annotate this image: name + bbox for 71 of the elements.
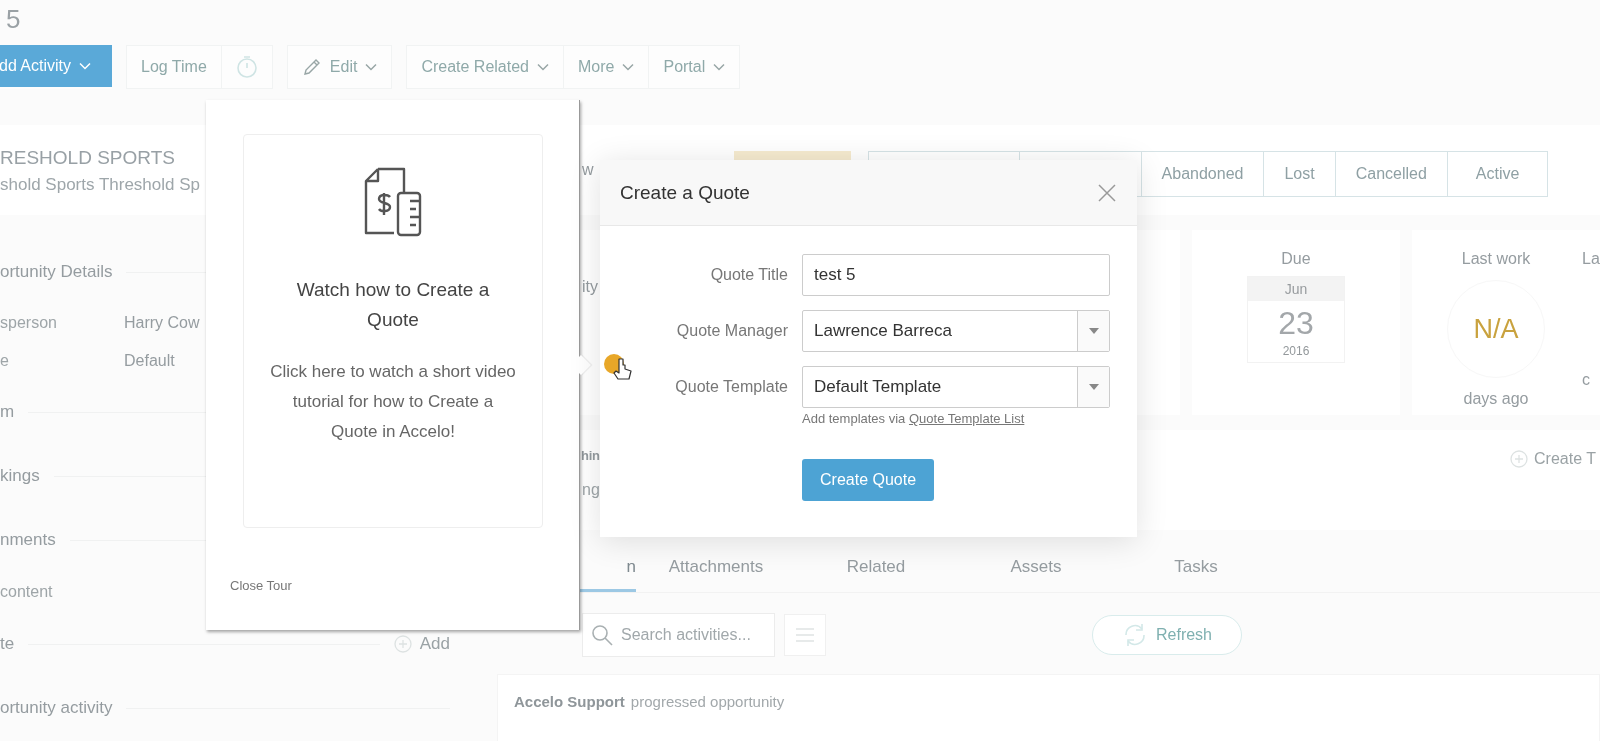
- stage-button[interactable]: Active: [1447, 152, 1548, 196]
- create-button[interactable]: Create T: [1510, 442, 1600, 468]
- section-title: hin: [581, 448, 600, 463]
- card-label: La: [1582, 250, 1600, 268]
- last-work-caption: days ago: [1463, 390, 1529, 408]
- dialog-title: Create a Quote: [620, 181, 751, 204]
- section-heading: ortunity activity: [0, 698, 113, 718]
- stage-button[interactable]: Lost: [1264, 152, 1336, 196]
- section-text: ng: [582, 481, 600, 499]
- field-label: Quote Manager: [675, 322, 788, 340]
- add-button[interactable]: Add: [393, 634, 450, 654]
- field-value: Default: [124, 352, 175, 370]
- field-label: Quote Title: [709, 266, 788, 284]
- section-heading: te: [0, 634, 15, 654]
- toolbar-button[interactable]: dd Activity: [0, 45, 112, 87]
- video-tutorial-card[interactable]: Watch how to Create a Quote Click here to watch a short video tutorial for how to Create a Quote in Accelo!: [243, 134, 543, 528]
- create-quote-button[interactable]: Create Quote: [802, 459, 935, 501]
- company-subtitle: shold Sports Threshold Sp: [0, 175, 201, 195]
- company-name: RESHOLD SPORTS: [0, 147, 175, 169]
- toolbar-button[interactable]: Edit: [287, 46, 392, 88]
- section-heading: nments: [0, 530, 56, 550]
- dropdown-triangle-icon: [1088, 328, 1099, 334]
- section-heading: m: [0, 402, 15, 422]
- activity-actor: Accelo Support: [514, 693, 625, 710]
- hint-text: Add templates via Quote Template List: [802, 411, 1026, 426]
- list-view-button[interactable]: [784, 614, 826, 656]
- tab[interactable]: Assets: [956, 544, 1116, 592]
- card-caption: c: [1582, 371, 1591, 389]
- text-field[interactable]: test 5: [802, 254, 1110, 296]
- tab[interactable]: Related: [796, 544, 956, 592]
- tour-title: Watch how to Create a Quote: [295, 278, 491, 332]
- plus-circle-icon: [1510, 450, 1529, 468]
- stage-text: w: [582, 161, 594, 179]
- record-title: 5: [5, 3, 21, 36]
- search-icon: [591, 624, 613, 646]
- due-label: Due: [1280, 250, 1312, 268]
- date-month: Jun: [1248, 277, 1344, 301]
- field-label: e: [0, 352, 10, 370]
- close-icon: [1097, 182, 1117, 203]
- date-year: 2016: [1281, 343, 1311, 360]
- date-day: 23: [1248, 301, 1344, 342]
- search-field[interactable]: Search activities...: [582, 613, 775, 657]
- plus-circle-icon: [393, 635, 412, 653]
- quote-document-icon: [362, 167, 424, 237]
- field-label: Quote Template: [674, 378, 788, 396]
- section-heading: kings: [0, 466, 40, 486]
- stopwatch-icon: [235, 55, 258, 79]
- field-label: sperson: [0, 314, 58, 332]
- tour-description: Click here to watch a short video tutorial for how to Create a Quote in Accelo!: [269, 361, 517, 443]
- tab[interactable]: Attachments: [636, 544, 796, 592]
- close-button[interactable]: [1097, 182, 1117, 203]
- refresh-button[interactable]: Refresh: [1092, 615, 1242, 655]
- select-field[interactable]: Lawrence Barreca: [802, 310, 1110, 352]
- close-tour-link[interactable]: Close Tour: [230, 578, 292, 593]
- section-text: content: [0, 583, 53, 601]
- pencil-icon: [301, 57, 322, 77]
- template-list-link[interactable]: Quote Template List: [908, 411, 1025, 426]
- list-icon: [796, 628, 814, 642]
- stage-button[interactable]: Abandoned: [1141, 152, 1265, 196]
- activity-text: progressed opportunity: [630, 693, 785, 710]
- toolbar-button[interactable]: Portal: [649, 46, 740, 88]
- refresh-icon: [1122, 623, 1148, 647]
- toolbar-button[interactable]: More: [564, 46, 650, 88]
- select-field[interactable]: Default Template: [802, 366, 1110, 408]
- toolbar-button[interactable]: Create Related: [407, 46, 564, 88]
- stage-button[interactable]: Cancelled: [1335, 152, 1448, 196]
- tab[interactable]: Tasks: [1116, 544, 1276, 592]
- dropdown-triangle-icon: [1088, 384, 1099, 390]
- summary-text: ity: [582, 278, 598, 295]
- section-heading: ortunity Details: [0, 262, 113, 282]
- last-work-label: Last work: [1461, 250, 1531, 268]
